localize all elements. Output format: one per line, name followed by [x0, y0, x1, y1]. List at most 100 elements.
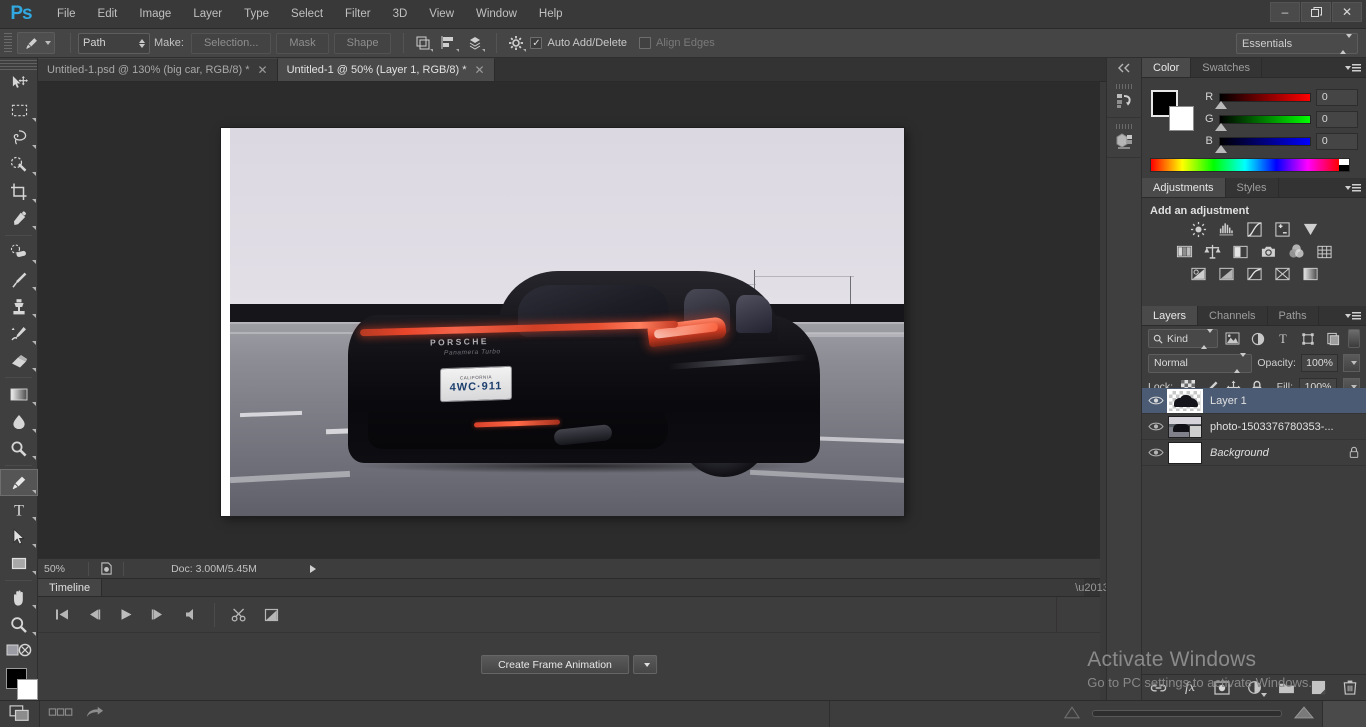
menu-help[interactable]: Help — [528, 4, 574, 25]
play-button[interactable] — [110, 600, 142, 630]
color-lookup-icon[interactable] — [1315, 243, 1334, 260]
layer-thumbnail[interactable] — [1168, 416, 1202, 438]
tab-channels[interactable]: Channels — [1198, 306, 1267, 325]
transition-button[interactable] — [255, 600, 287, 630]
eyedropper-tool[interactable] — [0, 205, 38, 232]
layers-panel-menu-icon[interactable] — [1345, 310, 1361, 322]
tools-panel-grip[interactable] — [0, 58, 37, 70]
path-arrangement-icon[interactable] — [463, 32, 487, 54]
layer-visibility-toggle[interactable] — [1144, 447, 1168, 458]
clone-stamp-tool[interactable] — [0, 293, 38, 320]
layer-visibility-toggle[interactable] — [1144, 395, 1168, 406]
background-color-swatch[interactable] — [1169, 106, 1194, 131]
share-icon[interactable] — [86, 706, 104, 722]
brightness-low-icon[interactable] — [1064, 706, 1080, 722]
path-operations-icon[interactable] — [411, 32, 435, 54]
color-panel-menu-icon[interactable] — [1345, 62, 1361, 74]
channel-mixer-icon[interactable] — [1287, 243, 1306, 260]
color-balance-icon[interactable] — [1203, 243, 1222, 260]
horizontal-type-tool[interactable]: T — [0, 496, 38, 523]
opacity-dropdown[interactable] — [1343, 354, 1360, 372]
background-color-swatch[interactable] — [17, 679, 38, 700]
tab-color[interactable]: Color — [1142, 58, 1191, 77]
zoom-level-field[interactable]: 50% — [38, 563, 88, 575]
brightness-slider[interactable] — [1092, 710, 1282, 717]
tab-styles[interactable]: Styles — [1226, 178, 1279, 197]
tool-preset-picker[interactable] — [17, 32, 55, 54]
layer-name[interactable]: Layer 1 — [1210, 395, 1366, 407]
link-layers-icon[interactable] — [1149, 679, 1167, 697]
layer-visibility-toggle[interactable] — [1144, 421, 1168, 432]
layer-filter-kind-select[interactable]: Kind — [1148, 329, 1218, 348]
hue-saturation-icon[interactable] — [1175, 243, 1194, 260]
blue-channel-slider[interactable] — [1219, 137, 1310, 146]
gradient-map-icon[interactable] — [1273, 265, 1292, 282]
layer-name[interactable]: photo-1503376780353-... — [1210, 421, 1366, 433]
tab-swatches[interactable]: Swatches — [1191, 58, 1262, 77]
color-panel-swatches[interactable] — [1151, 90, 1193, 130]
exposure-icon[interactable] — [1273, 221, 1292, 238]
table-row[interactable]: photo-1503376780353-... — [1142, 414, 1366, 440]
menu-window[interactable]: Window — [465, 4, 528, 25]
blend-mode-select[interactable]: Normal — [1148, 354, 1252, 373]
timeline-body[interactable]: Create Frame Animation — [38, 633, 1100, 700]
levels-icon[interactable] — [1217, 221, 1236, 238]
new-adjustment-layer-icon[interactable] — [1245, 679, 1263, 697]
status-expand-arrow-icon[interactable] — [310, 565, 316, 573]
auto-add-delete-checkbox[interactable]: ✓ Auto Add/Delete — [530, 37, 627, 49]
app-grid-icon[interactable] — [48, 708, 74, 720]
layer-thumbnail[interactable] — [1168, 442, 1202, 464]
gear-icon[interactable] — [504, 32, 528, 54]
zoom-tool[interactable] — [0, 611, 38, 638]
delete-layer-icon[interactable] — [1341, 679, 1359, 697]
document-canvas[interactable]: PORSCHE Panamera Turbo CALIFORNIA 4WC·91… — [221, 128, 904, 516]
spot-healing-brush-tool[interactable] — [0, 239, 38, 266]
type-filter-icon[interactable]: T — [1273, 329, 1293, 348]
blue-channel-value[interactable]: 0 — [1316, 133, 1358, 150]
threshold-icon[interactable] — [1245, 265, 1264, 282]
layer-list[interactable]: Layer 1 photo-1503376780353-... — [1142, 388, 1366, 674]
tab-layers[interactable]: Layers — [1142, 306, 1198, 325]
document-tab-untitled-1[interactable]: Untitled-1 @ 50% (Layer 1, RGB/8) * ✕ — [278, 58, 495, 81]
add-layer-mask-icon[interactable] — [1213, 679, 1231, 697]
audio-button[interactable] — [174, 600, 206, 630]
document-tab-untitled-1-psd[interactable]: Untitled-1.psd @ 130% (big car, RGB/8) *… — [38, 58, 278, 81]
new-layer-icon[interactable] — [1309, 679, 1327, 697]
menu-layer[interactable]: Layer — [182, 4, 233, 25]
red-channel-slider[interactable] — [1219, 93, 1310, 102]
path-alignment-icon[interactable] — [437, 32, 461, 54]
next-frame-button[interactable] — [142, 600, 174, 630]
quick-mask-mode-button[interactable] — [0, 638, 38, 662]
table-row[interactable]: Layer 1 — [1142, 388, 1366, 414]
minimize-button[interactable]: – — [1270, 2, 1300, 22]
previous-frame-button[interactable] — [78, 600, 110, 630]
history-brush-tool[interactable] — [0, 320, 38, 347]
menu-type[interactable]: Type — [233, 4, 280, 25]
dodge-tool[interactable] — [0, 435, 38, 462]
screen-mode-icon[interactable] — [0, 701, 40, 727]
layer-thumbnail[interactable] — [1168, 390, 1202, 412]
create-frame-animation-button[interactable]: Create Frame Animation — [481, 655, 629, 674]
gradient-tool[interactable] — [0, 381, 38, 408]
table-row[interactable]: Background — [1142, 440, 1366, 466]
red-channel-value[interactable]: 0 — [1316, 89, 1358, 106]
menu-edit[interactable]: Edit — [87, 4, 129, 25]
tab-paths[interactable]: Paths — [1268, 306, 1319, 325]
filter-enable-toggle[interactable] — [1348, 329, 1360, 348]
rectangle-tool[interactable] — [0, 550, 38, 577]
menu-file[interactable]: File — [46, 4, 87, 25]
close-icon[interactable]: \u2013 — [1084, 579, 1100, 596]
brightness-contrast-icon[interactable] — [1189, 221, 1208, 238]
posterize-icon[interactable] — [1217, 265, 1236, 282]
go-to-first-frame-button[interactable] — [46, 600, 78, 630]
eraser-tool[interactable] — [0, 347, 38, 374]
layer-name[interactable]: Background — [1210, 447, 1342, 459]
layer-style-fx-icon[interactable]: fx — [1181, 679, 1199, 697]
history-panel-icon[interactable] — [1107, 78, 1143, 118]
lasso-tool[interactable] — [0, 124, 38, 151]
new-group-icon[interactable] — [1277, 679, 1295, 697]
document-profile-icon[interactable] — [89, 562, 123, 575]
restore-button[interactable] — [1301, 2, 1331, 22]
photo-filter-icon[interactable] — [1259, 243, 1278, 260]
workspace-selector[interactable]: Essentials — [1236, 33, 1358, 54]
